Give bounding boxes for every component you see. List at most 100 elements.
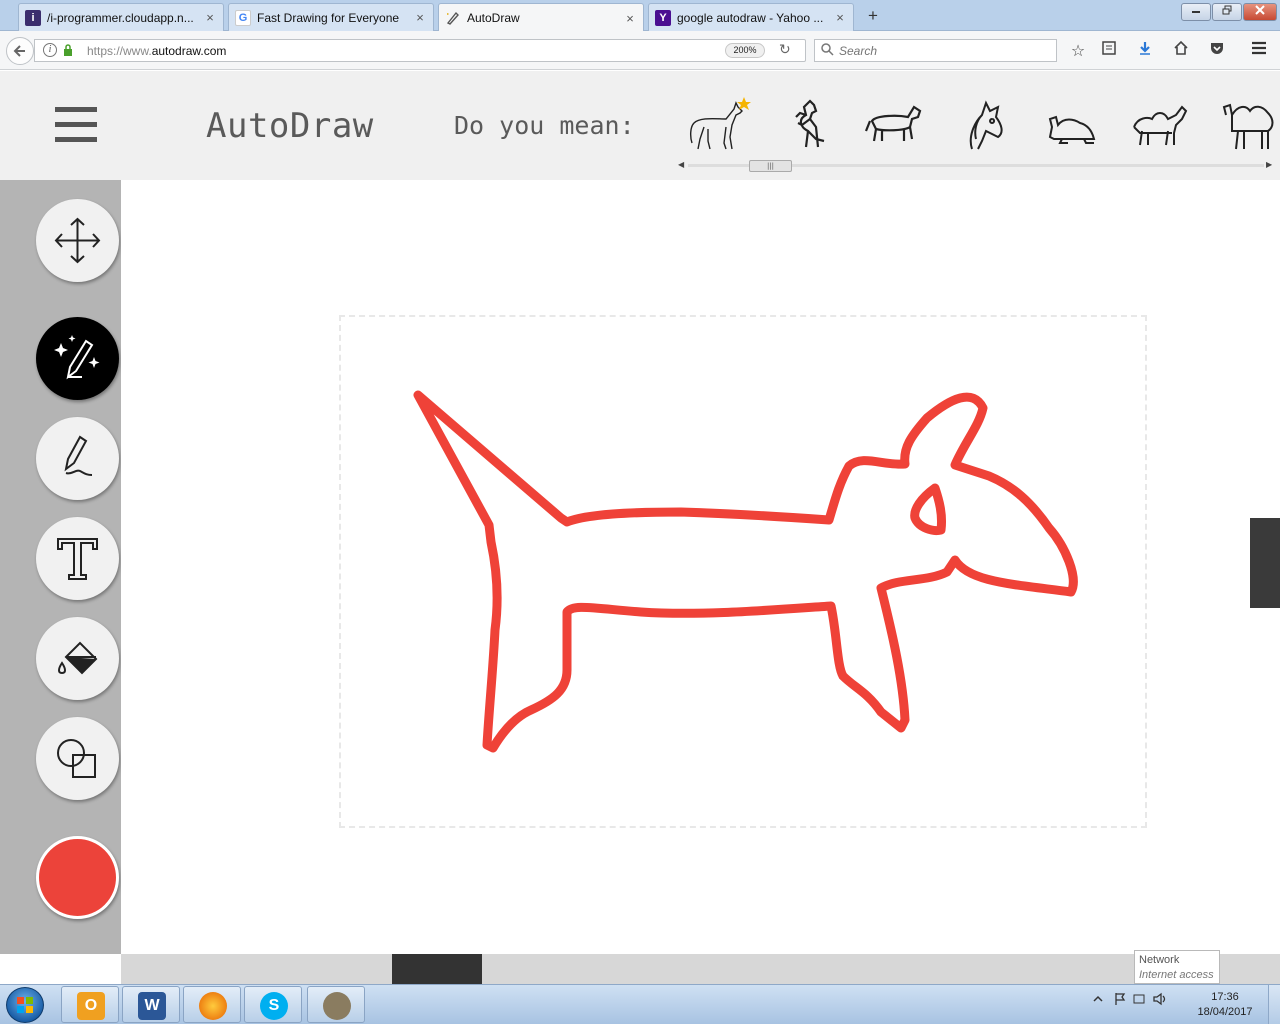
autodraw-icon xyxy=(445,10,461,26)
rearing-horse-suggestion-icon[interactable] xyxy=(776,97,842,153)
search-input[interactable] xyxy=(839,42,1049,59)
network-icon[interactable] xyxy=(1133,994,1145,1004)
scroll-left-icon[interactable]: ◀ xyxy=(678,160,684,169)
i-programmer-icon: i xyxy=(25,9,41,26)
color-picker-button[interactable] xyxy=(36,836,119,919)
close-icon[interactable]: × xyxy=(833,10,847,25)
lock-icon xyxy=(64,44,72,56)
pocket-icon[interactable] xyxy=(1206,40,1228,62)
tooltip-title: Network xyxy=(1139,954,1180,966)
move-tool-button[interactable] xyxy=(36,199,119,282)
search-icon xyxy=(821,43,834,56)
shapes-icon xyxy=(57,739,96,778)
tab-strip: i /i-programmer.cloudapp.n... × G Fast D… xyxy=(0,0,1280,32)
tooltip-subtitle: Internet access xyxy=(1139,969,1214,981)
taskbar-firefox[interactable] xyxy=(183,986,241,1023)
clock-date: 18/04/2017 xyxy=(1197,1006,1253,1018)
tab-fast-drawing[interactable]: G Fast Drawing for Everyone × xyxy=(228,3,434,31)
camel-standing-suggestion-icon[interactable] xyxy=(1216,97,1280,153)
tab-autodraw[interactable]: AutoDraw × xyxy=(438,3,644,32)
taskbar-gimp[interactable] xyxy=(307,986,365,1023)
text-tool-button[interactable] xyxy=(36,517,119,600)
yahoo-icon: Y xyxy=(655,9,671,26)
reload-icon[interactable]: ↻ xyxy=(779,42,791,58)
text-icon xyxy=(57,538,98,580)
taskbar-outlook[interactable]: O xyxy=(61,986,119,1023)
close-icon[interactable]: × xyxy=(203,10,217,25)
menu-icon[interactable] xyxy=(1248,40,1270,62)
suggestion-prompt: Do you mean: xyxy=(454,111,635,140)
horizontal-scroll-marker[interactable] xyxy=(392,954,482,984)
draw-tool-button[interactable] xyxy=(36,417,119,500)
brand-title: AutoDraw xyxy=(206,106,374,146)
autodraw-sparkle-icon xyxy=(54,335,100,380)
dog-outline-stroke xyxy=(413,390,1078,753)
scroll-right-icon[interactable]: ▶ xyxy=(1266,160,1272,169)
tab-label: google autodraw - Yahoo ... xyxy=(677,10,824,25)
tool-sidebar xyxy=(0,180,121,954)
close-icon[interactable]: × xyxy=(623,11,637,26)
download-icon[interactable] xyxy=(1134,40,1156,62)
home-icon[interactable] xyxy=(1170,40,1192,62)
clock-time: 17:36 xyxy=(1211,991,1239,1003)
windows-logo-icon xyxy=(17,997,33,1013)
autodraw-header: AutoDraw Do you mean: ◀ ||| ▶ xyxy=(0,71,1280,180)
firefox-icon xyxy=(199,992,227,1020)
minimize-icon xyxy=(1192,11,1200,13)
taskbar: O W S 17:36 18/04/2017 xyxy=(0,984,1280,1024)
pony-suggestion-icon[interactable] xyxy=(864,97,930,153)
network-tooltip: Network Internet access xyxy=(1134,950,1220,984)
back-arrow-icon xyxy=(13,45,25,57)
bookmark-star-icon[interactable]: ☆ xyxy=(1067,40,1089,62)
minimize-button[interactable] xyxy=(1181,3,1211,21)
show-desktop-button[interactable] xyxy=(1268,985,1280,1024)
close-icon[interactable]: × xyxy=(413,10,427,25)
restore-button[interactable] xyxy=(1212,3,1242,21)
tab-i-programmer[interactable]: i /i-programmer.cloudapp.n... × xyxy=(18,3,224,31)
fill-tool-button[interactable] xyxy=(36,617,119,700)
window-close-button[interactable] xyxy=(1243,3,1277,21)
clock[interactable]: 17:36 18/04/2017 xyxy=(1190,990,1260,1020)
restore-icon xyxy=(1222,5,1232,15)
move-icon xyxy=(54,217,101,264)
system-tray xyxy=(1090,991,1170,1010)
bookmarks-menu-icon[interactable] xyxy=(1098,40,1120,62)
start-button[interactable] xyxy=(6,987,44,1023)
gimp-icon xyxy=(323,992,351,1020)
navigation-bar: i https://www.autodraw.com 200% ↻ ☆ xyxy=(0,31,1280,70)
tab-yahoo[interactable]: Y google autodraw - Yahoo ... × xyxy=(648,3,854,31)
dog-eye-stroke xyxy=(910,483,946,535)
address-bar[interactable]: i https://www.autodraw.com 200% ↻ xyxy=(34,39,806,62)
search-box[interactable] xyxy=(814,39,1057,62)
autodraw-tool-button[interactable] xyxy=(36,317,119,400)
horse-head-suggestion-icon[interactable] xyxy=(952,97,1018,153)
horse-suggestion-icon[interactable] xyxy=(686,97,752,153)
skype-icon: S xyxy=(260,992,288,1020)
volume-icon[interactable] xyxy=(1153,992,1166,1006)
new-tab-button[interactable]: + xyxy=(862,5,884,27)
camel-resting-suggestion-icon[interactable] xyxy=(1040,97,1106,153)
info-icon[interactable]: i xyxy=(43,43,57,57)
tab-label: /i-programmer.cloudapp.n... xyxy=(47,10,194,25)
red-dog-drawing[interactable] xyxy=(121,180,1250,954)
horizontal-scroll-track[interactable] xyxy=(121,954,1280,984)
tab-label: AutoDraw xyxy=(467,11,520,25)
scroll-thumb[interactable]: ||| xyxy=(749,160,792,172)
desktop: i /i-programmer.cloudapp.n... × G Fast D… xyxy=(0,0,1280,1024)
taskbar-skype[interactable]: S xyxy=(244,986,302,1023)
taskbar-word[interactable]: W xyxy=(122,986,180,1023)
shape-tool-button[interactable] xyxy=(36,717,119,800)
paint-bucket-icon xyxy=(58,641,98,675)
back-button[interactable] xyxy=(6,37,34,65)
vertical-scroll-marker[interactable] xyxy=(1250,518,1280,608)
hamburger-menu-icon[interactable] xyxy=(55,107,97,143)
tab-label: Fast Drawing for Everyone xyxy=(257,10,400,25)
outlook-icon: O xyxy=(77,992,105,1020)
action-center-flag-icon[interactable] xyxy=(1115,993,1126,1005)
tray-expand-icon[interactable] xyxy=(1093,995,1103,1002)
camel-suggestion-icon[interactable] xyxy=(1128,97,1194,153)
zoom-indicator[interactable]: 200% xyxy=(725,43,765,58)
word-icon: W xyxy=(138,992,166,1020)
pencil-icon xyxy=(64,435,93,476)
suggestion-scrollbar[interactable]: ◀ ||| ▶ xyxy=(676,159,1276,173)
